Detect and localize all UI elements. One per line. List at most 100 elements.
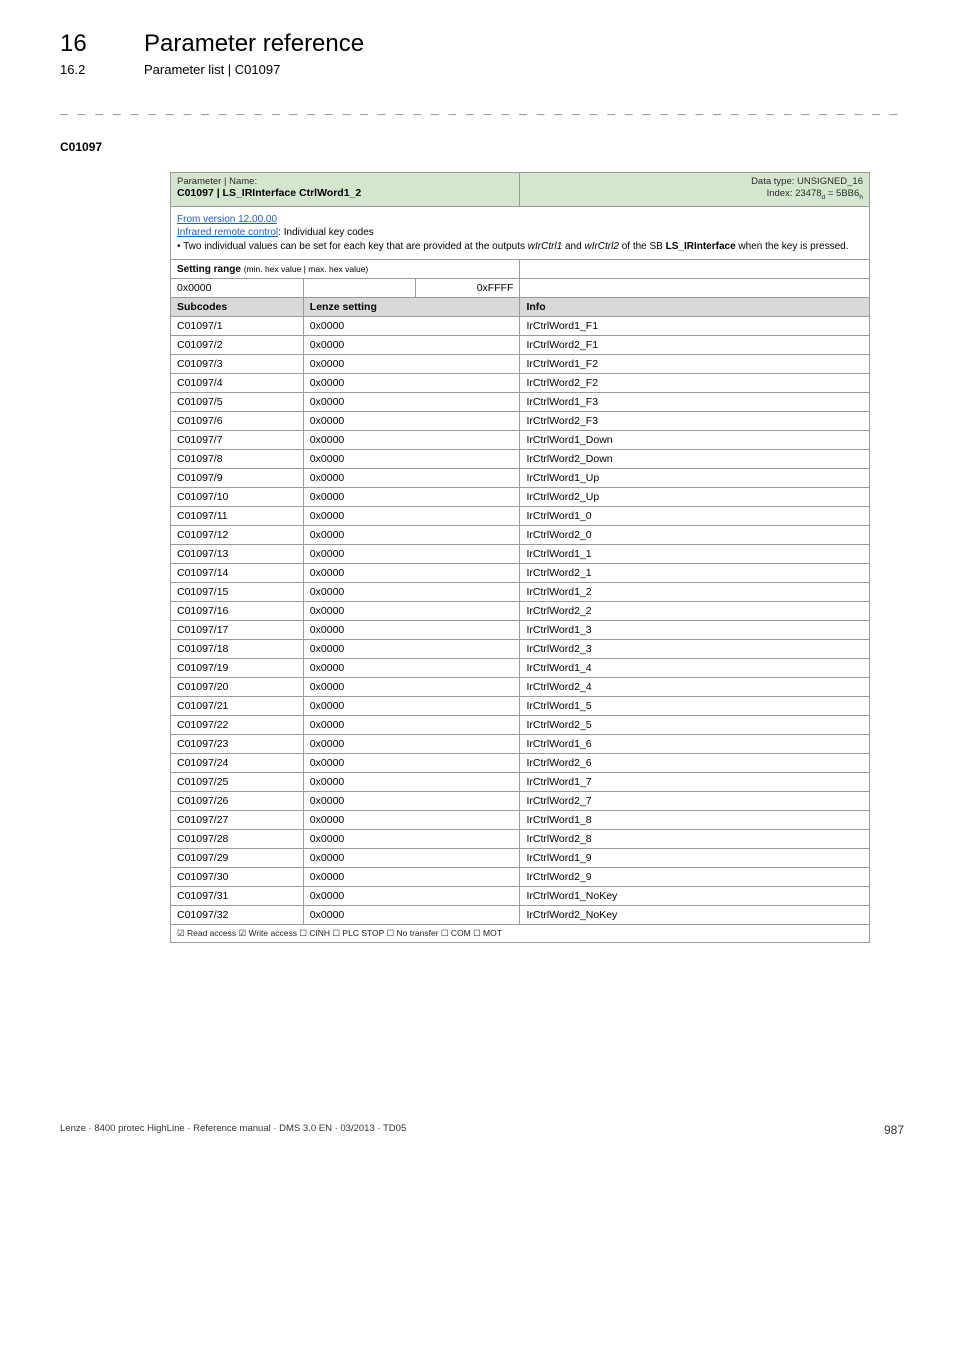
info-cell: IrCtrlWord2_6 [520, 754, 870, 773]
info-cell: IrCtrlWord2_Up [520, 488, 870, 507]
subcode-cell: C01097/17 [171, 621, 304, 640]
subcode-cell: C01097/26 [171, 792, 304, 811]
table-row: C01097/30x0000IrCtrlWord1_F2 [171, 355, 870, 374]
section-header: 16.2 Parameter list | C01097 [60, 62, 904, 77]
info-cell: IrCtrlWord1_Down [520, 431, 870, 450]
max-hex: 0xFFFF [415, 279, 520, 298]
lenze-setting-cell: 0x0000 [303, 526, 520, 545]
chapter-number: 16 [60, 30, 120, 58]
info-cell: IrCtrlWord2_NoKey [520, 906, 870, 925]
col-lenze: Lenze setting [303, 298, 520, 317]
subcode-cell: C01097/15 [171, 583, 304, 602]
lenze-setting-cell: 0x0000 [303, 792, 520, 811]
subcode-cell: C01097/32 [171, 906, 304, 925]
param-name-label: Parameter | Name: [177, 176, 257, 187]
subcode-cell: C01097/14 [171, 564, 304, 583]
subcode-cell: C01097/11 [171, 507, 304, 526]
parameter-code-heading: C01097 [60, 140, 904, 154]
info-cell: IrCtrlWord2_F3 [520, 412, 870, 431]
info-cell: IrCtrlWord1_9 [520, 849, 870, 868]
subcode-cell: C01097/22 [171, 716, 304, 735]
info-cell: IrCtrlWord1_F1 [520, 317, 870, 336]
column-header-row: Subcodes Lenze setting Info [171, 298, 870, 317]
info-cell: IrCtrlWord1_NoKey [520, 887, 870, 906]
chapter-header: 16 Parameter reference [60, 30, 904, 58]
lenze-setting-cell: 0x0000 [303, 621, 520, 640]
table-row: C01097/60x0000IrCtrlWord2_F3 [171, 412, 870, 431]
table-row: C01097/280x0000IrCtrlWord2_8 [171, 830, 870, 849]
table-row: C01097/170x0000IrCtrlWord1_3 [171, 621, 870, 640]
subcode-cell: C01097/29 [171, 849, 304, 868]
info-cell: IrCtrlWord1_7 [520, 773, 870, 792]
subcode-cell: C01097/25 [171, 773, 304, 792]
desc-link-after: : Individual key codes [278, 227, 374, 238]
table-header-row: Parameter | Name: C01097 | LS_IRInterfac… [171, 173, 870, 207]
subcode-cell: C01097/13 [171, 545, 304, 564]
setting-range-row: Setting range (min. hex value | max. hex… [171, 260, 870, 279]
lenze-setting-cell: 0x0000 [303, 545, 520, 564]
version-link[interactable]: From version 12.00.00 [177, 214, 277, 225]
subcode-cell: C01097/23 [171, 735, 304, 754]
setting-range-label: Setting range [177, 264, 244, 275]
table-row: C01097/300x0000IrCtrlWord2_9 [171, 868, 870, 887]
subcode-cell: C01097/18 [171, 640, 304, 659]
infrared-link[interactable]: Infrared remote control [177, 227, 278, 238]
table-row: C01097/210x0000IrCtrlWord1_5 [171, 697, 870, 716]
subcode-cell: C01097/24 [171, 754, 304, 773]
info-cell: IrCtrlWord1_8 [520, 811, 870, 830]
subcode-cell: C01097/2 [171, 336, 304, 355]
table-row: C01097/20x0000IrCtrlWord2_F1 [171, 336, 870, 355]
table-row: C01097/320x0000IrCtrlWord2_NoKey [171, 906, 870, 925]
table-row: C01097/240x0000IrCtrlWord2_6 [171, 754, 870, 773]
lenze-setting-cell: 0x0000 [303, 469, 520, 488]
subcode-cell: C01097/16 [171, 602, 304, 621]
subcode-cell: C01097/27 [171, 811, 304, 830]
table-row: C01097/160x0000IrCtrlWord2_2 [171, 602, 870, 621]
lenze-setting-cell: 0x0000 [303, 564, 520, 583]
subcode-cell: C01097/20 [171, 678, 304, 697]
table-row: C01097/200x0000IrCtrlWord2_4 [171, 678, 870, 697]
table-row: C01097/110x0000IrCtrlWord1_0 [171, 507, 870, 526]
page-footer: Lenze · 8400 protec HighLine · Reference… [60, 1123, 904, 1137]
lenze-setting-cell: 0x0000 [303, 374, 520, 393]
divider-dashes: _ _ _ _ _ _ _ _ _ _ _ _ _ _ _ _ _ _ _ _ … [60, 101, 904, 116]
parameter-table: Parameter | Name: C01097 | LS_IRInterfac… [170, 172, 870, 943]
subcode-cell: C01097/3 [171, 355, 304, 374]
info-cell: IrCtrlWord1_2 [520, 583, 870, 602]
table-row: C01097/150x0000IrCtrlWord1_2 [171, 583, 870, 602]
table-row: C01097/310x0000IrCtrlWord1_NoKey [171, 887, 870, 906]
table-row: C01097/70x0000IrCtrlWord1_Down [171, 431, 870, 450]
desc-bullet: • Two individual values can be set for e… [177, 241, 849, 252]
lenze-setting-cell: 0x0000 [303, 773, 520, 792]
info-cell: IrCtrlWord2_0 [520, 526, 870, 545]
lenze-setting-cell: 0x0000 [303, 640, 520, 659]
info-cell: IrCtrlWord2_7 [520, 792, 870, 811]
info-cell: IrCtrlWord1_F2 [520, 355, 870, 374]
lenze-setting-cell: 0x0000 [303, 830, 520, 849]
chapter-title: Parameter reference [144, 30, 364, 58]
subcode-cell: C01097/28 [171, 830, 304, 849]
lenze-setting-cell: 0x0000 [303, 336, 520, 355]
table-row: C01097/120x0000IrCtrlWord2_0 [171, 526, 870, 545]
table-row: C01097/220x0000IrCtrlWord2_5 [171, 716, 870, 735]
table-row: C01097/80x0000IrCtrlWord2_Down [171, 450, 870, 469]
info-cell: IrCtrlWord2_8 [520, 830, 870, 849]
subcode-cell: C01097/5 [171, 393, 304, 412]
info-cell: IrCtrlWord2_4 [520, 678, 870, 697]
access-footer-row: ☑ Read access ☑ Write access ☐ CINH ☐ PL… [171, 925, 870, 943]
table-row: C01097/180x0000IrCtrlWord2_3 [171, 640, 870, 659]
section-title: Parameter list | C01097 [144, 62, 280, 77]
subcode-cell: C01097/4 [171, 374, 304, 393]
col-subcodes: Subcodes [171, 298, 304, 317]
info-cell: IrCtrlWord1_1 [520, 545, 870, 564]
lenze-setting-cell: 0x0000 [303, 317, 520, 336]
lenze-setting-cell: 0x0000 [303, 412, 520, 431]
lenze-setting-cell: 0x0000 [303, 716, 520, 735]
subcode-cell: C01097/10 [171, 488, 304, 507]
info-cell: IrCtrlWord1_3 [520, 621, 870, 640]
lenze-setting-cell: 0x0000 [303, 602, 520, 621]
lenze-setting-cell: 0x0000 [303, 507, 520, 526]
info-cell: IrCtrlWord1_F3 [520, 393, 870, 412]
info-cell: IrCtrlWord1_5 [520, 697, 870, 716]
col-info: Info [520, 298, 870, 317]
